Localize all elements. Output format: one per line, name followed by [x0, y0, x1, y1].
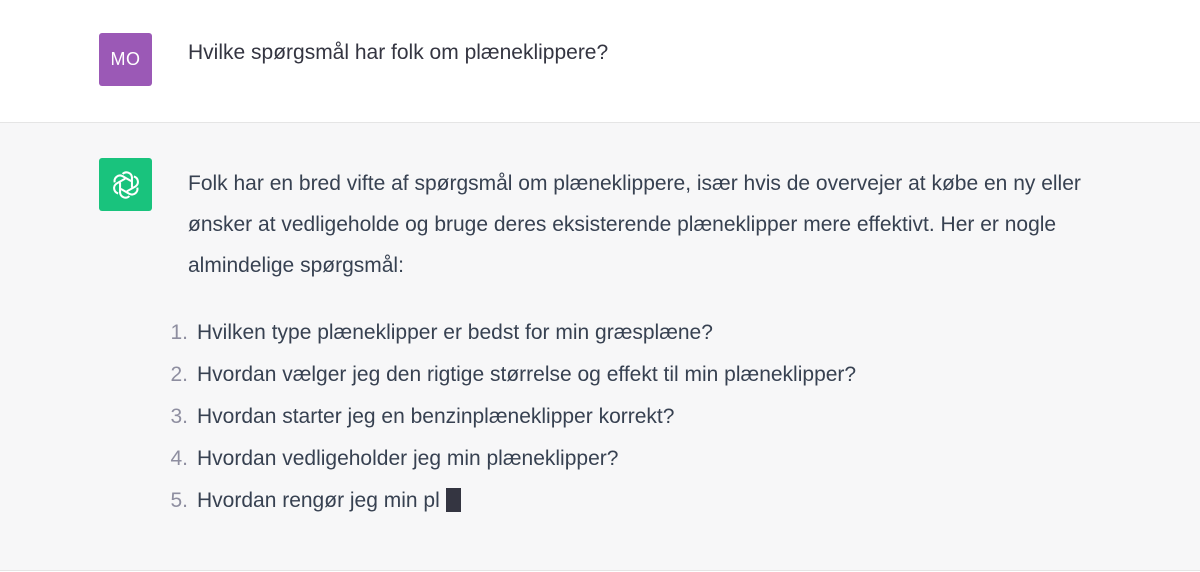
list-item-number: 5.	[170, 489, 188, 512]
list-item: 5. Hvordan rengør jeg min pl	[160, 480, 856, 522]
assistant-message-row: Folk har en bred vifte af spørgsmål om p…	[0, 123, 1200, 571]
list-item-text: Hvordan rengør jeg min pl	[197, 489, 440, 512]
user-avatar-initials: MO	[110, 49, 141, 69]
list-item-text: Hvordan starter jeg en benzinplæneklippe…	[197, 405, 675, 428]
list-item-number: 4.	[170, 447, 188, 470]
list-item-number: 2.	[170, 363, 188, 386]
list-item: 4. Hvordan vedligeholder jeg min plænekli…	[160, 438, 856, 480]
answer-list: 1. Hvilken type plæneklipper er bedst for…	[160, 312, 856, 522]
user-message-text: Hvilke spørgsmål har folk om plæneklippe…	[188, 41, 609, 64]
openai-logo-icon	[112, 170, 139, 199]
list-item: 1. Hvilken type plæneklipper er bedst for…	[160, 312, 856, 354]
list-item: 2. Hvordan vælger jeg den rigtige størrel…	[160, 354, 856, 396]
list-item-text: Hvilken type plæneklipper er bedst for m…	[197, 321, 713, 344]
user-message-row: MO Hvilke spørgsmål har folk om plænekli…	[0, 0, 1200, 123]
list-item-text: Hvordan vælger jeg den rigtige størrelse…	[197, 363, 857, 386]
list-item-number: 1.	[170, 321, 188, 344]
list-item: 3. Hvordan starter jeg en benzinplæneklip…	[160, 396, 856, 438]
list-item-number: 3.	[170, 405, 188, 428]
assistant-intro-text: Folk har en bred vifte af spørgsmål om p…	[188, 172, 1081, 277]
list-item-text: Hvordan vedligeholder jeg min plæneklipp…	[197, 447, 619, 470]
user-avatar: MO	[99, 33, 152, 86]
typing-cursor	[445, 488, 461, 512]
assistant-avatar	[99, 158, 152, 211]
